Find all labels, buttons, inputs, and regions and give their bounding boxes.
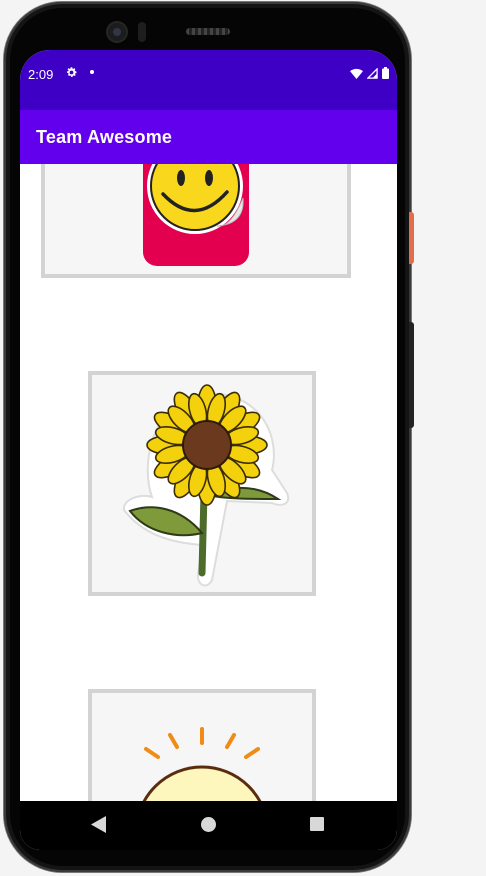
sunflower-sticker-image <box>122 384 290 587</box>
volume-button[interactable] <box>409 322 414 428</box>
recents-icon[interactable] <box>310 817 324 831</box>
sticker-card-smiley[interactable] <box>41 164 351 278</box>
screen: 2:09 Team Awesome <box>20 50 397 850</box>
battery-icon <box>382 67 389 79</box>
earpiece-speaker <box>186 28 230 35</box>
proximity-sensor <box>138 22 146 42</box>
back-icon[interactable] <box>91 816 106 833</box>
sticker-list[interactable] <box>20 164 397 801</box>
app-bar: Team Awesome <box>20 110 397 164</box>
navigation-bar <box>20 801 397 850</box>
wifi-icon <box>350 68 363 79</box>
sun-sticker-image <box>142 727 262 801</box>
front-camera <box>108 23 126 41</box>
home-icon[interactable] <box>201 817 216 832</box>
status-time: 2:09 <box>28 67 54 82</box>
smiley-sticker-image <box>143 164 249 266</box>
sticker-card-sun[interactable] <box>88 689 316 801</box>
power-button[interactable] <box>409 212 414 264</box>
notification-dot-icon <box>90 70 94 74</box>
gear-icon <box>65 66 78 84</box>
status-bar: 2:09 <box>20 50 397 110</box>
sticker-card-sunflower[interactable] <box>88 371 316 596</box>
app-title: Team Awesome <box>36 127 173 147</box>
cellular-icon <box>367 67 378 79</box>
system-icons <box>350 67 389 79</box>
